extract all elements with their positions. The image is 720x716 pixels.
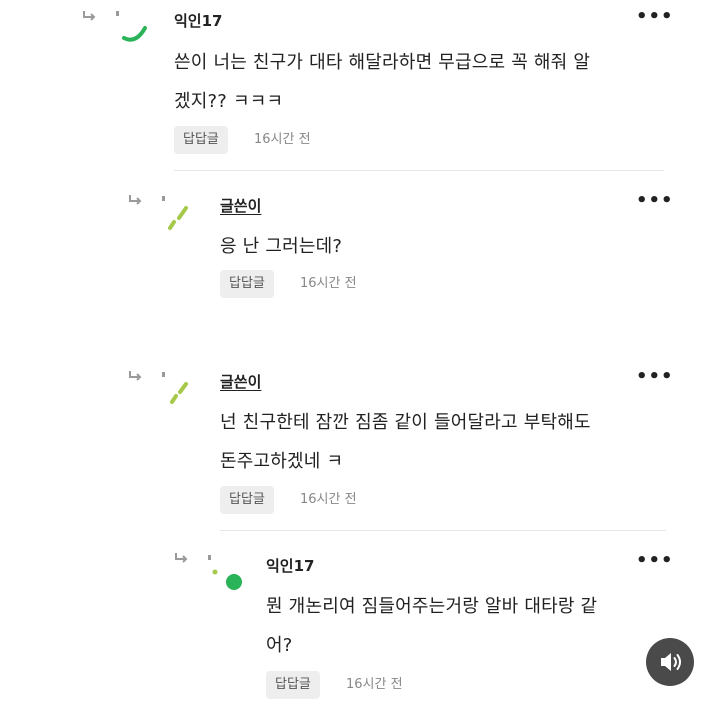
- comment-text-line: 어?: [266, 635, 293, 656]
- comment-author[interactable]: 익인17: [174, 10, 222, 31]
- comment-text-line: 넌 친구한테 잠깐 짐좀 같이 들어달라고 부탁해도: [220, 412, 591, 433]
- reply-arrow-icon: [129, 371, 142, 381]
- avatar: [162, 372, 188, 404]
- reply-arrow-icon: [129, 195, 142, 205]
- avatar: [116, 11, 147, 42]
- speaker-icon: [661, 653, 681, 671]
- reply-arrow-icon: [175, 553, 188, 563]
- comment-timestamp: 16시간 전: [300, 492, 357, 507]
- comment-text-line: 돈주고하겠네 ㅋ: [220, 451, 344, 472]
- more-dots-icon[interactable]: •••: [636, 8, 674, 26]
- avatar: [162, 196, 188, 230]
- sound-toggle-button[interactable]: [646, 638, 694, 686]
- comment-thread-page: { "comments": [ { "author": "익인17", "lin…: [0, 0, 720, 716]
- more-dots-icon[interactable]: •••: [636, 192, 674, 210]
- comment-timestamp: 16시간 전: [300, 276, 357, 291]
- comment-text-line: 응 난 그러는데?: [220, 236, 343, 257]
- reply-button[interactable]: 답답글: [220, 486, 274, 514]
- avatar: [208, 555, 242, 590]
- divider: [220, 530, 666, 531]
- reply-arrow-icon: [83, 11, 96, 21]
- more-dots-icon[interactable]: •••: [636, 552, 674, 570]
- comment-author[interactable]: 글쓴이: [220, 195, 261, 216]
- comment-text-line: 뭔 개논리여 짐들어주는거랑 알바 대타랑 같: [266, 596, 598, 617]
- divider: [174, 170, 664, 171]
- more-dots-icon[interactable]: •••: [636, 368, 674, 386]
- comment-author[interactable]: 글쓴이: [220, 371, 261, 392]
- reply-button[interactable]: 답답글: [220, 270, 274, 298]
- reply-button[interactable]: 답답글: [174, 126, 228, 154]
- comment-timestamp: 16시간 전: [346, 677, 403, 692]
- comment-text-line: 겠지?? ㅋㅋㅋ: [174, 91, 284, 112]
- comment-timestamp: 16시간 전: [254, 132, 311, 147]
- comment-text-line: 쓴이 너는 친구가 대타 해달라하면 무급으로 꼭 해줘 알: [174, 52, 591, 73]
- comment-author[interactable]: 익인17: [266, 555, 314, 576]
- reply-button[interactable]: 답답글: [266, 671, 320, 699]
